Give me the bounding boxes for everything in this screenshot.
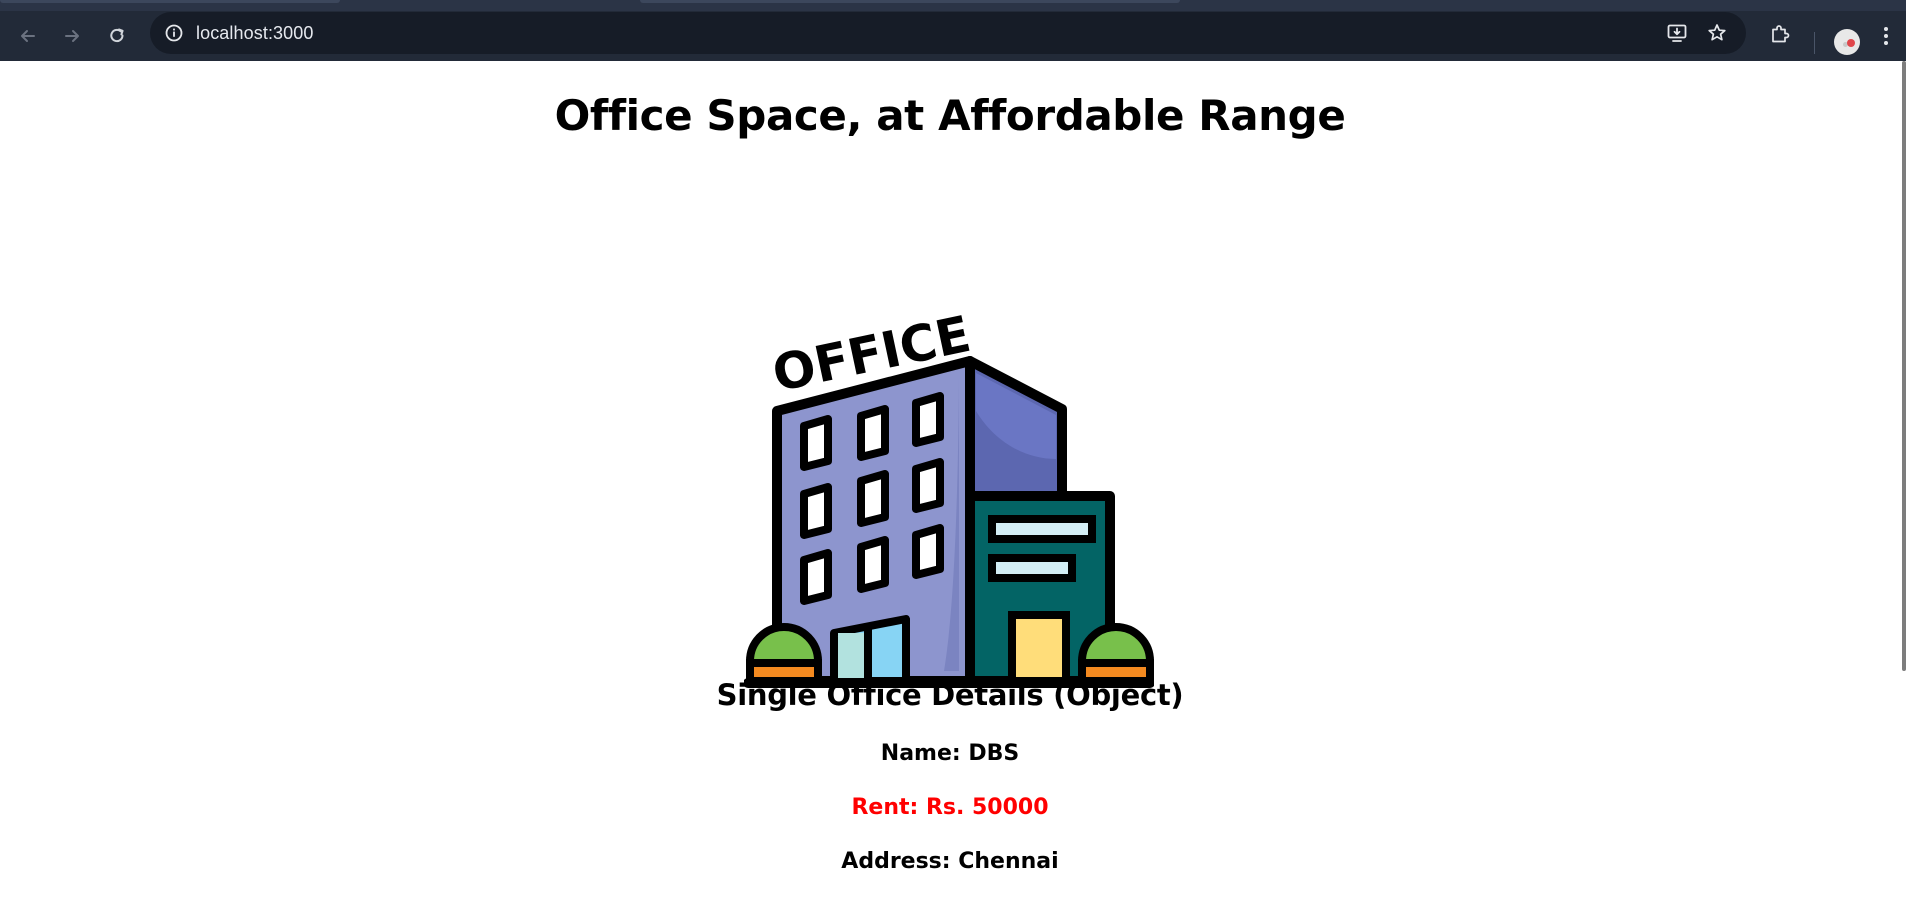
tab[interactable] <box>0 0 340 3</box>
office-name: Name: DBS <box>880 741 1020 766</box>
address-bar[interactable]: localhost:3000 <box>150 12 1746 54</box>
page-title: Office Space, at Affordable Range <box>554 91 1346 140</box>
forward-arrow-icon <box>62 26 82 46</box>
section-title: Single Office Details (Object) <box>716 678 1184 712</box>
office-address: Address: Chennai <box>841 849 1059 874</box>
vertical-scrollbar[interactable] <box>1902 61 1906 671</box>
reload-icon <box>107 26 127 46</box>
back-arrow-icon <box>18 26 38 46</box>
browser-toolbar: localhost:3000 <box>0 11 1906 61</box>
back-button[interactable] <box>12 20 44 52</box>
reload-button[interactable] <box>101 20 133 52</box>
url-text[interactable]: localhost:3000 <box>196 23 314 44</box>
page-content: Office Space, at Affordable Range OFFICE <box>0 61 1900 900</box>
toolbar-divider <box>1814 32 1815 54</box>
star-icon[interactable] <box>1705 21 1729 45</box>
avatar[interactable] <box>1834 29 1860 55</box>
forward-button[interactable] <box>56 20 88 52</box>
extensions-button[interactable] <box>1764 20 1796 52</box>
puzzle-icon <box>1769 23 1791 50</box>
install-app-icon[interactable] <box>1665 21 1689 45</box>
tab[interactable] <box>640 0 1180 3</box>
tab-strip <box>0 0 1906 11</box>
kebab-menu-icon[interactable] <box>1874 20 1898 52</box>
office-rent: Rent: Rs. 50000 <box>851 795 1049 820</box>
info-icon[interactable] <box>162 21 186 45</box>
office-building-illustration: OFFICE <box>743 251 1155 691</box>
